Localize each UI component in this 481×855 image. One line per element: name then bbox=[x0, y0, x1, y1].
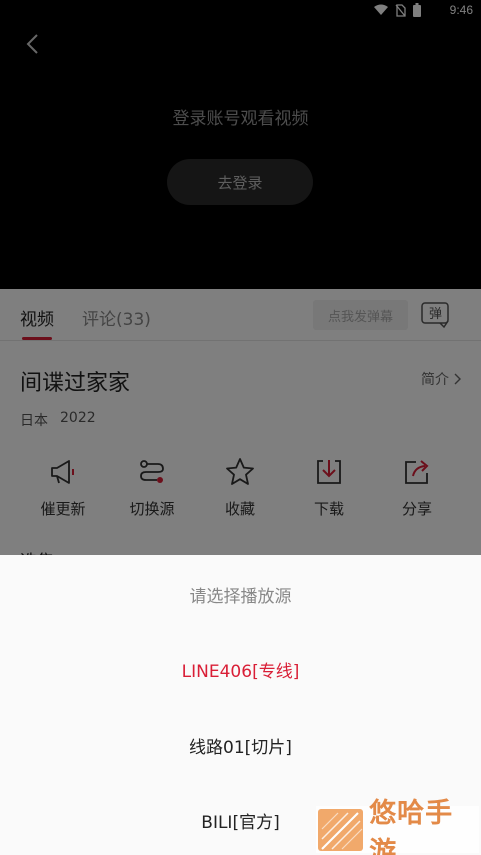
sheet-title: 请选择播放源 bbox=[189, 587, 292, 607]
modal-overlay[interactable] bbox=[0, 0, 481, 555]
source-option-selected[interactable]: LINE406[专线] bbox=[0, 657, 481, 682]
source-option[interactable]: 线路01[切片] bbox=[0, 733, 481, 758]
watermark: 悠哈手游 bbox=[316, 798, 479, 855]
watermark-text: 悠哈手游 bbox=[369, 797, 454, 855]
watermark-logo-icon bbox=[318, 808, 364, 851]
